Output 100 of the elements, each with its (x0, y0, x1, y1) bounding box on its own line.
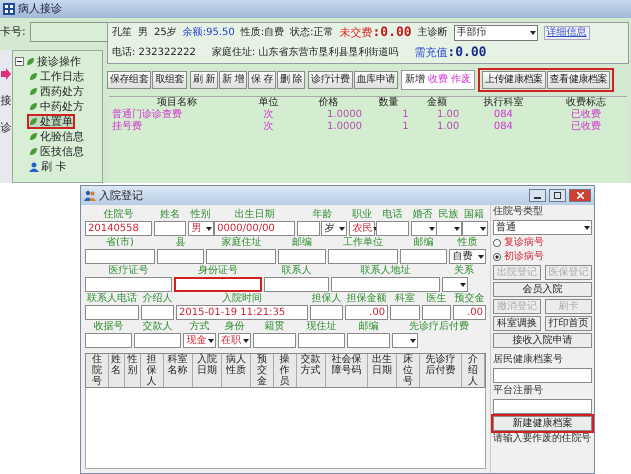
caret-icon (408, 336, 417, 344)
toolbar-button[interactable]: 血库申请 (354, 70, 398, 89)
dropdown[interactable]: 在职 (218, 333, 251, 348)
tree-item[interactable]: 刷 卡 (27, 159, 68, 174)
input-field[interactable] (298, 333, 345, 348)
input-field[interactable] (85, 277, 172, 292)
expander-icon[interactable] (15, 57, 24, 66)
toolbar-button[interactable]: 刷 新 (190, 70, 218, 89)
input-field[interactable] (493, 368, 592, 383)
field-label: 职业 (350, 209, 373, 221)
toolbar-link[interactable]: 作废 (450, 72, 471, 88)
toolbar-button[interactable]: 保存组套 (107, 70, 152, 89)
toolbar-button[interactable]: 取组套 (152, 70, 188, 89)
input-field[interactable]: .00 (453, 305, 486, 320)
field-label: 身份 (224, 321, 246, 333)
toolbar-link[interactable]: 收费 (428, 72, 448, 88)
input-field[interactable] (206, 249, 276, 264)
input-field[interactable] (134, 333, 182, 348)
field-label: 关系 (453, 265, 476, 277)
input-field[interactable] (154, 221, 186, 236)
card-number-field[interactable] (30, 22, 110, 42)
table-cell-text: 1.00 (436, 108, 460, 121)
input-field[interactable]: .00 (344, 305, 388, 320)
tree-item[interactable]: 接诊操作 (24, 54, 83, 69)
caret-icon (207, 336, 216, 344)
radio-option[interactable]: 初诊病号 (493, 251, 592, 263)
table-cell-text: 已收费 (570, 120, 602, 133)
toolbar-button[interactable]: 保 存 (248, 70, 276, 89)
dropdown[interactable]: 农民 (349, 221, 376, 236)
side-button[interactable]: 接收入院申请 (493, 333, 592, 348)
tree-item[interactable]: 西药处方 (27, 84, 86, 99)
toolbar-button[interactable]: 查看健康档案 (546, 70, 610, 89)
input-field[interactable] (264, 277, 330, 292)
tree-item[interactable]: 化验信息 (27, 129, 86, 144)
dropdown[interactable]: 现金 (183, 333, 216, 348)
diagnosis-dropdown[interactable]: 手部疖 (454, 25, 538, 41)
side-button[interactable]: 打印首页 (544, 316, 592, 331)
window-title: 入院登记 (99, 188, 143, 202)
field-label: 婚否 (412, 209, 434, 221)
table-cell-text: 1 (401, 120, 410, 133)
input-field[interactable] (422, 305, 452, 320)
dropdown[interactable] (442, 277, 468, 292)
dropdown[interactable] (436, 221, 462, 236)
input-field[interactable] (85, 333, 132, 348)
dropdown[interactable]: 岁 (321, 221, 348, 236)
input-field[interactable] (252, 333, 296, 348)
dropdown[interactable] (462, 221, 488, 236)
input-field[interactable] (331, 277, 440, 292)
close-button[interactable] (569, 189, 591, 202)
input-field[interactable]: 0000/00/00 (214, 221, 296, 236)
balance-text: 余额:95.50 (182, 27, 235, 39)
radio-option[interactable]: 复诊病号 (493, 237, 592, 249)
create-record-button[interactable]: 新建健康档案 (493, 416, 592, 431)
input-field[interactable] (346, 333, 390, 348)
input-field[interactable] (141, 305, 174, 320)
toolbar-button[interactable]: 新 增 (219, 70, 248, 89)
field-label: 平台注册号 (493, 385, 544, 397)
input-field[interactable] (174, 277, 262, 292)
table-cell-text: 普通门诊诊查费 (111, 108, 183, 120)
minimize-button[interactable] (529, 189, 546, 202)
caret-icon (453, 224, 462, 232)
column-header: 金额 (426, 96, 448, 109)
input-field[interactable] (400, 249, 448, 264)
input-field[interactable] (85, 305, 140, 320)
tree-item[interactable]: 中药处方 (27, 99, 86, 114)
dropdown[interactable] (392, 333, 418, 348)
side-button[interactable]: 会员入院 (493, 282, 592, 297)
tree-item[interactable]: 处置单 (27, 114, 75, 129)
toolbar-button[interactable]: 删 除 (277, 70, 306, 89)
field-label: 工作单位 (342, 237, 384, 249)
input-field[interactable] (376, 221, 409, 236)
input-field[interactable]: 20140558 (85, 221, 152, 236)
toolbar-button[interactable]: 上传健康档案 (482, 70, 546, 89)
table-cell-text: 084 (492, 108, 514, 121)
toolbar-link[interactable]: 新增 (404, 72, 425, 88)
column-header: 病人性质 (222, 354, 252, 387)
dropdown[interactable] (410, 221, 437, 236)
dropdown[interactable]: 男 (188, 221, 214, 236)
tree-item[interactable]: 工作日志 (27, 69, 86, 84)
input-field[interactable] (278, 249, 326, 264)
side-button[interactable]: 科室调换 (493, 316, 540, 331)
input-field[interactable] (297, 221, 320, 236)
input-field[interactable] (156, 249, 204, 264)
unpaid-amount: 未交费:0.00 (339, 25, 412, 41)
input-field[interactable] (390, 305, 420, 320)
dropdown[interactable]: 自费 (449, 249, 486, 264)
input-field[interactable]: 2015-01-19 11:21:35 (176, 305, 308, 320)
maximize-button[interactable] (549, 189, 566, 202)
dropdown[interactable]: 普通 (493, 220, 592, 235)
column-header: 执行科室 (482, 96, 524, 109)
field-label: 身份证号 (196, 265, 239, 277)
column-header: 社会保障号码 (326, 354, 368, 387)
input-field[interactable] (493, 399, 592, 414)
tree-item[interactable]: 医技信息 (27, 144, 86, 159)
input-field[interactable] (328, 249, 398, 264)
window-title: 病人接诊 (18, 2, 62, 16)
toolbar-button[interactable]: 诊疗计费 (308, 70, 353, 89)
details-link[interactable]: 详细信息 (544, 26, 590, 40)
input-field[interactable] (310, 305, 343, 320)
input-field[interactable] (85, 249, 155, 264)
